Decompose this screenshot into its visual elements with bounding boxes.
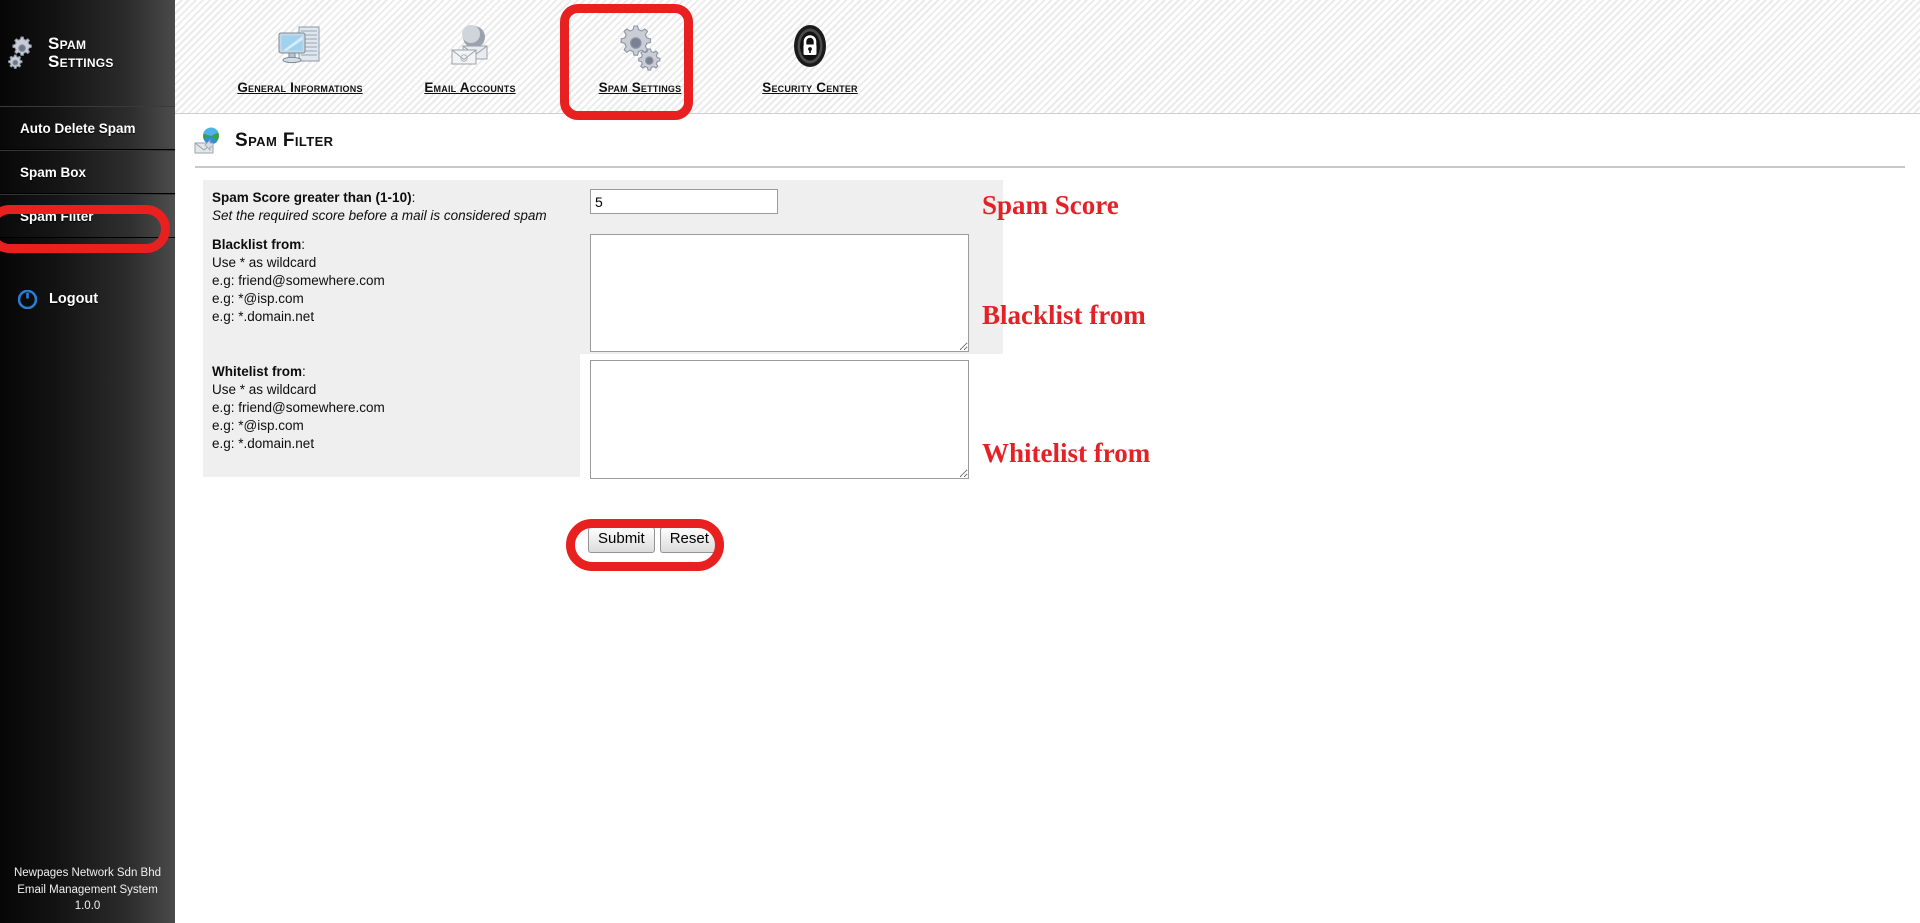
whitelist-label-colon: : [302,364,306,379]
whitelist-label-cell: Whitelist from: Use * as wildcard e.g: f… [203,354,580,477]
sidebar-brand: Spam Settings [0,0,175,72]
whitelist-hint-2: e.g: friend@somewhere.com [212,399,385,415]
gears-icon [8,34,42,72]
reset-button[interactable]: Reset [659,527,719,553]
whitelist-hint-4: e.g: *.domain.net [212,435,315,451]
sidebar-brand-title: Spam Settings [48,33,114,72]
blacklist-hint-3: e.g: *@isp.com [212,290,304,306]
blacklist-label-cell: Blacklist from: Use * as wildcard e.g: f… [203,227,580,354]
sidebar-item-auto-delete-spam[interactable]: Auto Delete Spam [0,106,175,150]
spam-score-field-cell [580,180,1003,227]
spam-score-label-cell: Spam Score greater than (1-10): Set the … [203,180,580,227]
footer-line-system: Email Management System [17,883,158,896]
top-navigation: General Informations Email Accounts Spam… [175,0,1920,114]
envelope-globe-icon [443,22,497,72]
tab-email-accounts[interactable]: Email Accounts [385,16,555,95]
spam-score-label-colon: : [411,190,416,205]
tab-security-center[interactable]: Security Center [725,16,895,95]
page-header: Spam Filter [175,115,1920,167]
sidebar-item-label: Auto Delete Spam [20,120,136,136]
form-row-spam-score: Spam Score greater than (1-10): Set the … [203,180,1003,227]
footer-line-company: Newpages Network Sdn Bhd [13,866,162,879]
annotation-blacklist: Blacklist from [982,300,1146,330]
power-icon [17,289,38,309]
annotation-whitelist: Whitelist from [982,438,1151,468]
monitor-server-icon [273,22,327,72]
spam-score-hint: Set the required score before a mail is … [212,207,547,223]
whitelist-hint-1: Use * as wildcard [212,381,317,397]
top-nav-tabs: General Informations Email Accounts Spam… [175,0,1920,95]
page-title: Spam Filter [235,130,334,151]
sidebar: Spam Settings Auto Delete Spam Spam Box … [0,0,175,923]
logout-label: Logout [49,291,99,307]
whitelist-field-cell [580,354,1003,479]
form-row-blacklist: Blacklist from: Use * as wildcard e.g: f… [203,227,1003,354]
tab-label: Spam Settings [598,80,682,95]
header-divider [195,166,1905,168]
tab-label: Email Accounts [424,80,516,95]
blacklist-hint-1: Use * as wildcard [212,254,317,270]
submit-button[interactable]: Submit [588,527,655,553]
blacklist-textarea[interactable] [590,234,969,352]
sidebar-item-spam-filter[interactable]: Spam Filter [0,194,175,238]
whitelist-label: Whitelist from [212,364,302,379]
gears-icon [613,22,667,72]
tab-spam-settings[interactable]: Spam Settings [555,16,725,95]
lock-shield-icon [783,22,837,72]
whitelist-textarea[interactable] [590,360,969,479]
blacklist-label-colon: : [301,237,306,252]
blacklist-hint-4: e.g: *.domain.net [212,308,315,324]
sidebar-footer: Newpages Network Sdn Bhd Email Managemen… [0,865,175,915]
logout-button[interactable]: Logout [0,282,175,316]
tab-label: Security Center [762,80,858,95]
spam-score-input[interactable] [590,189,778,214]
sidebar-item-label: Spam Filter [20,208,94,224]
blacklist-label: Blacklist from [212,237,302,252]
blacklist-hint-2: e.g: friend@somewhere.com [212,272,385,288]
app-root: Spam Settings Auto Delete Spam Spam Box … [0,0,1920,923]
sidebar-brand-line1: Spam [48,33,87,53]
sidebar-item-spam-box[interactable]: Spam Box [0,150,175,194]
form-row-whitelist: Whitelist from: Use * as wildcard e.g: f… [203,354,1003,479]
globe-envelope-icon [193,126,223,156]
form-button-row: Submit Reset [588,527,719,553]
annotation-spam-score: Spam Score [982,190,1119,220]
blacklist-field-cell [580,227,1003,354]
whitelist-hint-3: e.g: *@isp.com [212,417,304,433]
sidebar-brand-line2: Settings [48,52,114,71]
sidebar-item-label: Spam Box [20,164,87,180]
sidebar-nav-list: Auto Delete Spam Spam Box Spam Filter [0,106,175,238]
spam-score-label: Spam Score greater than (1-10) [212,190,412,205]
footer-line-version: 1.0.0 [74,900,101,913]
tab-label: General Informations [237,80,363,95]
tab-general-informations[interactable]: General Informations [215,16,385,95]
spam-filter-form: Spam Score greater than (1-10): Set the … [203,180,1003,479]
